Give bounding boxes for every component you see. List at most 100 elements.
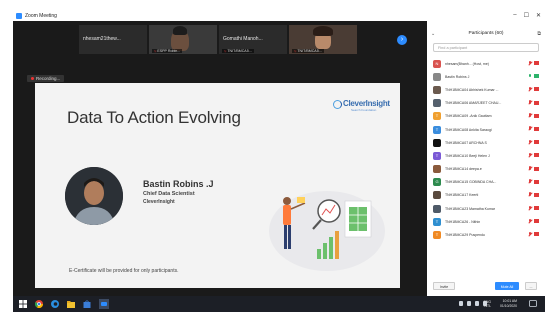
video-off-icon[interactable]: [534, 87, 539, 92]
mic-muted-icon[interactable]: [528, 86, 532, 92]
recording-indicator[interactable]: Recording...: [27, 75, 65, 82]
mic-muted-icon[interactable]: [528, 218, 532, 224]
participant-avatar: [433, 165, 441, 174]
participant-row[interactable]: Nnhesam(Bhanh... (Host, me): [427, 57, 545, 70]
minimize-icon[interactable]: –: [513, 12, 516, 19]
participant-row[interactable]: T TNH1BMCA08 Ankita Saraogi: [427, 123, 545, 136]
participant-hair-image: [313, 26, 333, 36]
mic-muted-icon[interactable]: [528, 113, 532, 118]
video-off-icon[interactable]: [534, 126, 539, 131]
participant-row[interactable]: TNH1BMCA17 Keerti: [427, 189, 545, 202]
video-thumbnail[interactable]: ⦸ESPP Robin...: [149, 25, 217, 54]
thumbnail-label: ⦸ESPP Robin...: [152, 49, 183, 53]
mic-muted-icon[interactable]: [528, 231, 532, 237]
speaker-role: Chief Data Scientist: [143, 191, 195, 197]
mic-muted-icon[interactable]: [528, 152, 532, 158]
mic-muted-icon[interactable]: [528, 139, 532, 145]
store-icon[interactable]: [83, 300, 91, 308]
participant-name: TNH1BMCA14 deepa.e: [445, 167, 482, 172]
muted-mic-icon: ⦸: [294, 49, 297, 53]
mic-muted-icon[interactable]: [528, 205, 532, 211]
participant-avatar: [433, 204, 441, 213]
participant-avatar: G: [433, 178, 441, 187]
participant-name: TNH1BMCA29 Puspendu: [445, 233, 485, 238]
video-off-icon[interactable]: [534, 219, 539, 224]
muted-mic-icon: ⦸: [224, 49, 227, 53]
file-explorer-icon[interactable]: [67, 300, 75, 308]
participant-row[interactable]: Bastin Robins J: [427, 70, 545, 83]
close-icon[interactable]: ✕: [536, 12, 541, 19]
video-off-icon[interactable]: [534, 206, 539, 211]
video-thumbnail[interactable]: ⦸TNIT/BMCA5...: [289, 25, 357, 54]
video-thumbnail[interactable]: nhesam21thew...: [79, 25, 147, 54]
mic-on-icon[interactable]: [528, 73, 532, 79]
volume-icon[interactable]: [475, 301, 479, 306]
mic-muted-icon[interactable]: [528, 100, 532, 105]
windows-taskbar: ENG INTL 10:01 AM 01/10/2020: [13, 296, 545, 312]
participant-row[interactable]: T TNH1BMCA10 Beeji Helen J: [427, 149, 545, 162]
participant-avatar: [433, 138, 441, 147]
mic-muted-icon[interactable]: [528, 179, 532, 184]
participant-status-icons: [528, 100, 539, 105]
video-off-icon[interactable]: [534, 100, 539, 105]
participant-status-icons: [528, 126, 539, 131]
participant-row[interactable]: TNH1BMCA23 Mamatha Kumar: [427, 202, 545, 215]
video-off-icon[interactable]: [534, 113, 539, 118]
video-off-icon[interactable]: [534, 153, 539, 158]
participant-row[interactable]: G TNH1BMCA15 GOBINDA CHA...: [427, 176, 545, 189]
participant-status-icons: [528, 218, 539, 224]
participant-avatar: T: [433, 151, 441, 160]
screen: Zoom Meeting – ☐ ✕ nhesam21thew... ⦸ESPP…: [13, 11, 545, 312]
zoom-taskbar-icon[interactable]: [99, 299, 109, 309]
thumbnail-name: Gomathi Manoh...: [223, 36, 263, 42]
participant-avatar: [433, 99, 441, 108]
mic-muted-icon[interactable]: [528, 192, 532, 197]
taskbar-clock[interactable]: 10:01 AM 01/10/2020: [500, 299, 517, 308]
windows-start-icon[interactable]: [19, 300, 27, 308]
video-off-icon[interactable]: [534, 232, 539, 237]
participant-avatar: [433, 72, 441, 81]
video-off-icon[interactable]: [534, 140, 539, 145]
mic-muted-icon[interactable]: [528, 60, 532, 66]
participant-row[interactable]: T TNH1BMCA09 -Anik Gauttam: [427, 110, 545, 123]
video-thumbnail[interactable]: Gomathi Manoh... ⦸TNIT/BMCA5...: [219, 25, 287, 54]
maximize-icon[interactable]: ☐: [524, 12, 529, 19]
participant-status-icons: [528, 152, 539, 158]
video-off-icon[interactable]: [534, 192, 539, 197]
next-page-arrow-icon[interactable]: ›: [397, 35, 407, 45]
participant-row[interactable]: TNH1BMCA14 deepa.e: [427, 163, 545, 176]
participant-avatar: T: [433, 125, 441, 134]
network-icon[interactable]: [467, 301, 471, 306]
window-controls: – ☐ ✕: [513, 12, 541, 19]
participant-row[interactable]: T TNH1BMCA29 Puspendu: [427, 228, 545, 241]
recording-dot-icon: [31, 77, 34, 81]
participant-search-input[interactable]: Find a participant: [433, 43, 539, 52]
participant-row[interactable]: T TNH1BMCA26 - Nithin: [427, 215, 545, 228]
participant-name: TNH1BMCA08 Ankita Saraogi: [445, 127, 492, 132]
participant-name: TNH1BMCA23 Mamatha Kumar: [445, 206, 495, 211]
participant-status-icons: [528, 113, 539, 118]
video-off-icon[interactable]: [534, 166, 539, 171]
analytics-illustration: [257, 171, 387, 276]
edge-icon[interactable]: [51, 300, 59, 308]
video-off-icon[interactable]: [534, 61, 539, 65]
participant-name: TNH1BMCA07 ARCHNA S: [445, 140, 487, 145]
participant-row[interactable]: TNH1BMCA04 Abhishek Kumar ...: [427, 83, 545, 96]
participant-row[interactable]: TNH1BMCA06 AMARJEET CHAU...: [427, 97, 545, 110]
mute-all-button[interactable]: Mute All: [495, 282, 519, 290]
invite-button[interactable]: Invite: [433, 282, 455, 290]
notification-icon[interactable]: [529, 300, 537, 308]
participant-row[interactable]: TNH1BMCA07 ARCHNA S: [427, 136, 545, 149]
thumbnail-name: nhesam21thew...: [83, 36, 121, 42]
tray-up-arrow-icon[interactable]: [459, 301, 463, 306]
mic-muted-icon[interactable]: [528, 126, 532, 131]
video-on-icon[interactable]: [534, 74, 539, 79]
keyboard-language[interactable]: ENG INTL: [484, 300, 491, 308]
video-off-icon[interactable]: [534, 179, 539, 184]
cleverinsight-logo: CleverInsight Search Foundation: [333, 98, 393, 118]
mic-muted-icon[interactable]: [528, 166, 532, 171]
more-options-button[interactable]: ...: [525, 282, 537, 290]
chrome-icon[interactable]: [35, 300, 43, 308]
pop-out-icon[interactable]: ⧉: [537, 31, 541, 37]
search-placeholder: Find a participant: [438, 46, 468, 50]
